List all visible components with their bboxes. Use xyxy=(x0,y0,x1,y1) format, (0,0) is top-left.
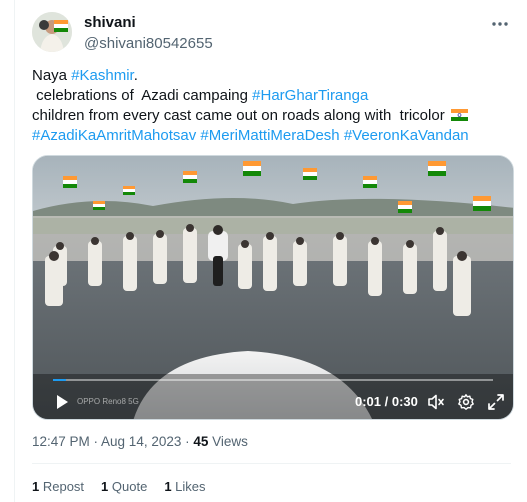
text-segment: children from every cast came out on roa… xyxy=(32,107,449,124)
reposts-stat[interactable]: 1 Repost xyxy=(32,479,84,494)
hashtag-link[interactable]: #MeriMattiMeraDesh xyxy=(200,127,339,144)
tweet-card: shivani @shivani80542655 Naya #Kashmir. … xyxy=(14,0,527,502)
tweet-stats: 1 Repost 1 Quote 1 Likes xyxy=(32,479,206,494)
author-handle[interactable]: @shivani80542655 xyxy=(84,35,213,52)
views-label: Views xyxy=(208,434,248,449)
tweet-text: Naya #Kashmir. celebrations of Azadi cam… xyxy=(32,66,512,146)
video-time: 0:01 / 0:30 xyxy=(355,394,418,409)
play-icon[interactable] xyxy=(53,393,71,411)
text-segment: . xyxy=(133,67,138,84)
video-player[interactable]: OPPO Reno8 5G 0:01 / 0:30 xyxy=(32,155,514,420)
avatar[interactable] xyxy=(32,12,72,52)
quotes-stat[interactable]: 1 Quote xyxy=(101,479,147,494)
likes-label: Likes xyxy=(171,479,206,494)
hashtag-link[interactable]: #Kashmir xyxy=(71,67,134,84)
tweet-line-4: #AzadiKaAmritMahotsav #MeriMattiMeraDesh… xyxy=(32,126,512,146)
settings-icon[interactable] xyxy=(457,393,475,411)
likes-count: 1 xyxy=(164,479,172,494)
views-count: 45 xyxy=(193,434,209,449)
tweet-timestamp[interactable]: 12:47 PM · Aug 14, 2023 · xyxy=(32,434,193,449)
video-watermark: OPPO Reno8 5G xyxy=(77,397,139,406)
video-progress-bar[interactable] xyxy=(53,379,493,381)
text-segment: Naya xyxy=(32,67,72,84)
hashtag-link[interactable]: #AzadiKaAmritMahotsav xyxy=(32,127,196,144)
quotes-label: Quote xyxy=(108,479,148,494)
video-progress-fill xyxy=(53,379,67,381)
divider xyxy=(32,463,511,464)
tweet-line-2: celebrations of Azadi campaing #HarGharT… xyxy=(32,86,512,106)
hashtag-link[interactable]: #VeeronKaVandan xyxy=(344,127,469,144)
video-controls: OPPO Reno8 5G 0:01 / 0:30 xyxy=(33,371,513,419)
india-flag-emoji xyxy=(450,107,468,121)
mute-icon[interactable] xyxy=(427,393,445,411)
reposts-label: Repost xyxy=(39,479,85,494)
hashtag-link[interactable]: #HarGharTiranga xyxy=(252,87,368,104)
tweet-meta: 12:47 PM · Aug 14, 2023 · 45 Views xyxy=(32,434,248,449)
author-name[interactable]: shivani xyxy=(84,14,136,31)
more-icon[interactable] xyxy=(489,14,511,34)
likes-stat[interactable]: 1 Likes xyxy=(164,479,205,494)
tweet-line-3: children from every cast came out on roa… xyxy=(32,106,512,126)
tweet-line-1: Naya #Kashmir. xyxy=(32,66,512,86)
text-segment: celebrations of Azadi campaing xyxy=(36,87,253,104)
fullscreen-icon[interactable] xyxy=(487,393,505,411)
